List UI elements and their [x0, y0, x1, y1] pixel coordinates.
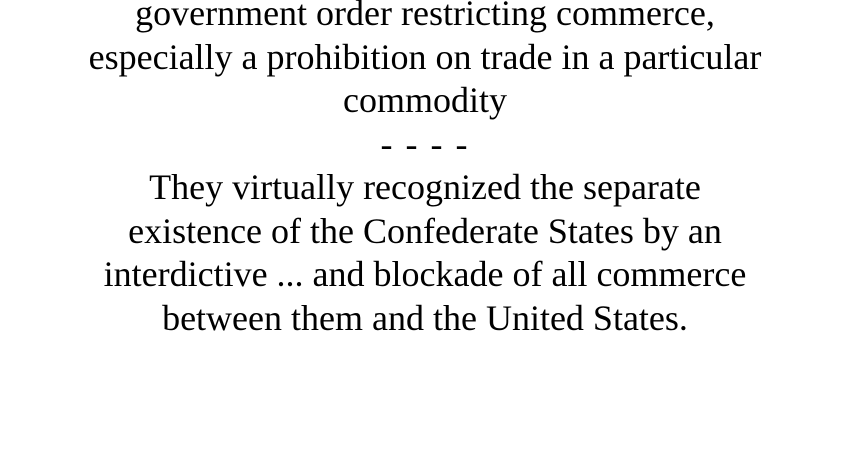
- separator: - - - -: [380, 123, 470, 164]
- definition-text: government order restricting commerce, e…: [45, 0, 805, 123]
- flashcard: government order restricting commerce, e…: [0, 0, 850, 475]
- definition-line: especially a prohibition on trade in a p…: [88, 36, 762, 77]
- example-line: They virtually recognized the separate: [149, 167, 701, 207]
- example-line: interdictive ... and blockade of all com…: [103, 254, 747, 294]
- example-sentence: They virtually recognized the separate e…: [45, 166, 805, 340]
- definition-line: commodity: [343, 80, 507, 120]
- example-line: existence of the Confederate States by a…: [128, 210, 722, 251]
- example-line: between them and the United States.: [162, 297, 688, 338]
- definition-line: government order restricting commerce,: [135, 0, 715, 33]
